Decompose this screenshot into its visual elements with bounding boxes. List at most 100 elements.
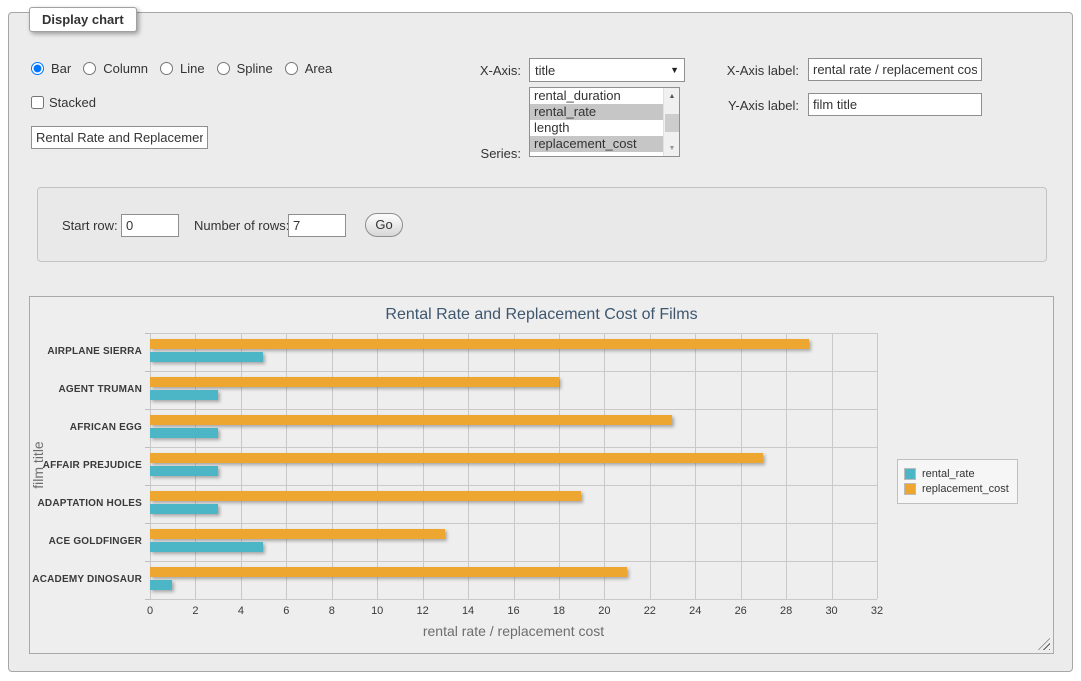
stacked-row: Stacked	[31, 95, 96, 110]
x-tick-label: 12	[403, 605, 443, 617]
chart-type-radio-spline[interactable]	[217, 62, 230, 75]
chart-legend: rental_rate replacement_cost	[897, 459, 1018, 504]
x-gridline	[332, 333, 333, 599]
x-gridline	[514, 333, 515, 599]
scroll-up-icon[interactable]: ▲	[664, 88, 680, 104]
chart-type-label-bar[interactable]: Bar	[51, 61, 71, 76]
start-row-label: Start row:	[62, 218, 118, 233]
start-row-input[interactable]	[121, 214, 179, 237]
scrollbar-thumb[interactable]	[665, 114, 679, 132]
series-listbox[interactable]: rental_durationrental_ratelengthreplacem…	[529, 87, 680, 157]
x-gridline	[877, 333, 878, 599]
legend-item-rental_rate[interactable]: rental_rate	[904, 468, 1009, 480]
chart-type-label-area[interactable]: Area	[305, 61, 332, 76]
legend-swatch-icon	[904, 468, 916, 480]
chevron-down-icon: ▼	[670, 65, 679, 75]
bar-replacement_cost	[150, 415, 672, 425]
x-gridline	[604, 333, 605, 599]
panel-title: Display chart	[29, 7, 137, 32]
chart-type-label-column[interactable]: Column	[103, 61, 148, 76]
y-axis-label-caption: Y-Axis label:	[699, 98, 799, 113]
series-options: rental_durationrental_ratelengthreplacem…	[530, 88, 679, 152]
chart-type-radio-bar[interactable]	[31, 62, 44, 75]
x-tick-label: 24	[675, 605, 715, 617]
y-tick-mark	[145, 447, 150, 448]
category-label: AFFAIR PREJUDICE	[0, 460, 142, 471]
x-tick-label: 28	[766, 605, 806, 617]
x-gridline	[377, 333, 378, 599]
category-label: ADAPTATION HOLES	[0, 498, 142, 509]
bar-rental_rate	[150, 504, 218, 514]
y-tick-mark	[145, 561, 150, 562]
category-label: AFRICAN EGG	[0, 422, 142, 433]
go-button[interactable]: Go	[365, 213, 403, 237]
x-gridline	[468, 333, 469, 599]
bar-rental_rate	[150, 390, 218, 400]
num-rows-input[interactable]	[288, 214, 346, 237]
x-gridline	[832, 333, 833, 599]
chart-type-radio-column[interactable]	[83, 62, 96, 75]
chart-type-label-spline[interactable]: Spline	[237, 61, 273, 76]
legend-label: replacement_cost	[922, 483, 1009, 495]
x-tick-label: 0	[130, 605, 170, 617]
y-tick-mark	[145, 523, 150, 524]
bar-replacement_cost	[150, 491, 581, 501]
category-label: AGENT TRUMAN	[0, 384, 142, 395]
display-chart-panel: Display chart BarColumnLineSplineArea St…	[8, 12, 1073, 672]
series-option-rental_duration[interactable]: rental_duration	[530, 88, 663, 104]
series-option-length[interactable]: length	[530, 120, 663, 136]
legend-item-replacement_cost[interactable]: replacement_cost	[904, 483, 1009, 495]
chart-type-label-line[interactable]: Line	[180, 61, 205, 76]
resize-handle-icon[interactable]	[1038, 638, 1050, 650]
y-tick-mark	[145, 485, 150, 486]
x-gridline	[650, 333, 651, 599]
x-tick-label: 16	[494, 605, 534, 617]
x-gridline	[423, 333, 424, 599]
scroll-down-icon[interactable]: ▼	[664, 140, 680, 156]
x-axis-label-text: X-Axis:	[439, 63, 521, 78]
chart-title-input[interactable]	[31, 126, 208, 149]
x-tick-label: 6	[266, 605, 306, 617]
chart-type-radio-line[interactable]	[160, 62, 173, 75]
y-gridline	[150, 561, 877, 562]
bar-rental_rate	[150, 352, 263, 362]
page: Display chart Bar Column Line Spline Area St…	[0, 0, 1081, 681]
y-gridline	[150, 447, 877, 448]
y-axis-label-input[interactable]	[808, 93, 982, 116]
y-gridline	[150, 599, 877, 600]
x-tick-label: 18	[539, 605, 579, 617]
y-tick-mark	[145, 599, 150, 600]
series-label-text: Series:	[439, 146, 521, 161]
x-gridline	[741, 333, 742, 599]
x-tick-label: 20	[584, 605, 624, 617]
series-option-replacement_cost[interactable]: replacement_cost	[530, 136, 663, 152]
x-gridline	[695, 333, 696, 599]
y-gridline	[150, 371, 877, 372]
y-gridline	[150, 409, 877, 410]
stacked-label: Stacked	[49, 95, 96, 110]
x-gridline	[786, 333, 787, 599]
bar-rental_rate	[150, 428, 218, 438]
category-label: AIRPLANE SIERRA	[0, 346, 142, 357]
y-tick-mark	[145, 409, 150, 410]
num-rows-label: Number of rows:	[194, 218, 289, 233]
y-tick-mark	[145, 371, 150, 372]
x-axis-selected-value: title	[535, 63, 670, 78]
bar-replacement_cost	[150, 453, 763, 463]
chart-type-radio-area[interactable]	[285, 62, 298, 75]
series-option-rental_rate[interactable]: rental_rate	[530, 104, 663, 120]
bar-rental_rate	[150, 580, 172, 590]
y-tick-mark	[145, 333, 150, 334]
x-axis-label-input[interactable]	[808, 58, 982, 81]
x-gridline	[559, 333, 560, 599]
chart-title: Rental Rate and Replacement Cost of Film…	[30, 306, 1053, 324]
x-gridline	[286, 333, 287, 599]
bar-replacement_cost	[150, 567, 627, 577]
bar-replacement_cost	[150, 339, 809, 349]
x-gridline	[241, 333, 242, 599]
bar-replacement_cost	[150, 377, 559, 387]
stacked-checkbox[interactable]	[31, 96, 44, 109]
x-axis-select[interactable]: title ▼	[529, 58, 685, 82]
category-label: ACE GOLDFINGER	[0, 536, 142, 547]
series-scrollbar[interactable]: ▲ ▼	[663, 88, 679, 156]
